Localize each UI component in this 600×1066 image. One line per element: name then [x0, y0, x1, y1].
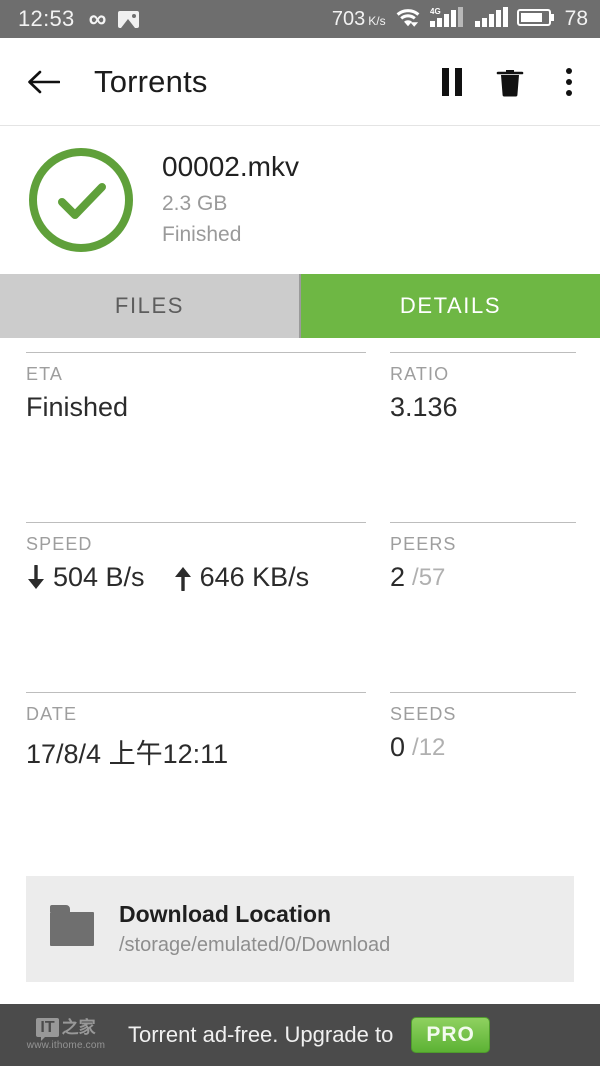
seeds-total: /12 [412, 733, 446, 761]
infinity-icon: ∞ [88, 4, 107, 33]
network-speed-unit: K/s [368, 13, 386, 28]
seeds-value: 0 /12 [390, 732, 576, 763]
ad-message: Torrent ad-free. Upgrade to [128, 1022, 394, 1047]
watermark-cn-label: 之家 [61, 1017, 96, 1037]
download-location-title: Download Location [119, 901, 332, 928]
mobile-signal-4g-icon: 4G [429, 6, 466, 33]
progress-ring [26, 145, 136, 255]
download-speed: 504 B/s [26, 562, 145, 593]
peers-connected: 2 [390, 562, 406, 592]
network-speed-indicator: 703 K/s [332, 8, 386, 31]
upload-speed: 646 KB/s [173, 562, 310, 593]
upload-speed-value: 646 KB/s [199, 562, 310, 592]
details-panel: ETA Finished RATIO 3.136 SPEED 504 B/s 6… [0, 338, 600, 982]
eta-label: ETA [26, 364, 63, 384]
peers-label: PEERS [390, 534, 457, 554]
peers-total: /57 [412, 563, 446, 591]
watermark-logo-row: IT 之家 [36, 1017, 96, 1041]
details-row: SPEED 504 B/s 646 KB/s PEERS 2 /57 [0, 522, 600, 692]
details-row: DATE 17/8/4 上午12:11 SEEDS 0 /12 [0, 692, 600, 862]
back-arrow-icon[interactable] [26, 68, 60, 96]
cell-divider [26, 692, 366, 693]
pause-icon[interactable] [442, 67, 462, 96]
torrent-summary-text: 00002.mkv 2.3 GB Finished [162, 150, 299, 250]
wifi-icon [395, 6, 421, 33]
seeds-label: SEEDS [390, 704, 457, 724]
peers-value: 2 /57 [390, 562, 576, 593]
cell-divider [390, 522, 576, 523]
app-bar: Torrents [0, 38, 600, 126]
watermark-it-label: IT [36, 1017, 59, 1041]
app-bar-actions [442, 66, 580, 98]
tab-details[interactable]: DETAILS [301, 274, 600, 338]
more-vertical-icon[interactable] [558, 67, 580, 96]
date-value: 17/8/4 上午12:11 [26, 739, 229, 769]
status-bar: 12:53 ∞ 703 K/s 4G 78 [0, 0, 600, 38]
detail-cell-ratio: RATIO 3.136 [370, 352, 600, 522]
battery-icon [516, 6, 555, 33]
torrent-name: 00002.mkv [162, 150, 299, 182]
detail-cell-speed: SPEED 504 B/s 646 KB/s [0, 522, 370, 692]
trash-icon[interactable] [496, 66, 524, 98]
tab-bar: FILES DETAILS [0, 274, 600, 338]
download-location-text: Download Location /storage/emulated/0/Do… [119, 899, 574, 958]
details-row: ETA Finished RATIO 3.136 [0, 352, 600, 522]
tab-files[interactable]: FILES [0, 274, 301, 338]
eta-value: Finished [26, 392, 129, 422]
battery-percent-label: 78 [564, 7, 588, 30]
detail-cell-eta: ETA Finished [0, 352, 370, 522]
download-speed-value: 504 B/s [53, 562, 145, 592]
status-bar-left-icons: ∞ [88, 4, 140, 33]
svg-text:4G: 4G [430, 7, 441, 16]
download-location-path: /storage/emulated/0/Download [119, 933, 391, 956]
arrow-down-icon [26, 564, 46, 591]
cell-divider [390, 352, 576, 353]
torrent-size: 2.3 GB [162, 192, 228, 216]
speed-label: SPEED [26, 534, 93, 554]
status-bar-right-icons: 703 K/s 4G 78 [332, 6, 588, 33]
ad-banner[interactable]: IT 之家 www.ithome.com Torrent ad-free. Up… [0, 1004, 600, 1066]
detail-cell-peers: PEERS 2 /57 [370, 522, 600, 692]
status-bar-clock: 12:53 [18, 6, 75, 31]
page-title: Torrents [94, 63, 208, 99]
speed-value: 504 B/s 646 KB/s [26, 562, 362, 593]
torrent-state: Finished [162, 222, 242, 246]
upgrade-pro-button[interactable]: PRO [411, 1017, 490, 1053]
date-label: DATE [26, 704, 78, 724]
watermark-url: www.ithome.com [26, 1039, 106, 1051]
ratio-label: RATIO [390, 364, 450, 384]
network-speed-value: 703 [331, 7, 366, 30]
detail-cell-date: DATE 17/8/4 上午12:11 [0, 692, 370, 862]
mobile-signal-icon [474, 6, 508, 33]
photo-icon [118, 10, 140, 28]
seeds-connected: 0 [390, 732, 406, 762]
arrow-up-icon [173, 565, 193, 591]
cell-divider [26, 352, 366, 353]
detail-cell-seeds: SEEDS 0 /12 [370, 692, 600, 862]
cell-divider [390, 692, 576, 693]
folder-icon [50, 905, 94, 946]
torrent-summary: 00002.mkv 2.3 GB Finished [0, 126, 600, 274]
download-location-card[interactable]: Download Location /storage/emulated/0/Do… [26, 876, 574, 982]
ithome-watermark: IT 之家 www.ithome.com [16, 1017, 116, 1051]
cell-divider [26, 522, 366, 523]
ratio-value: 3.136 [390, 392, 458, 422]
